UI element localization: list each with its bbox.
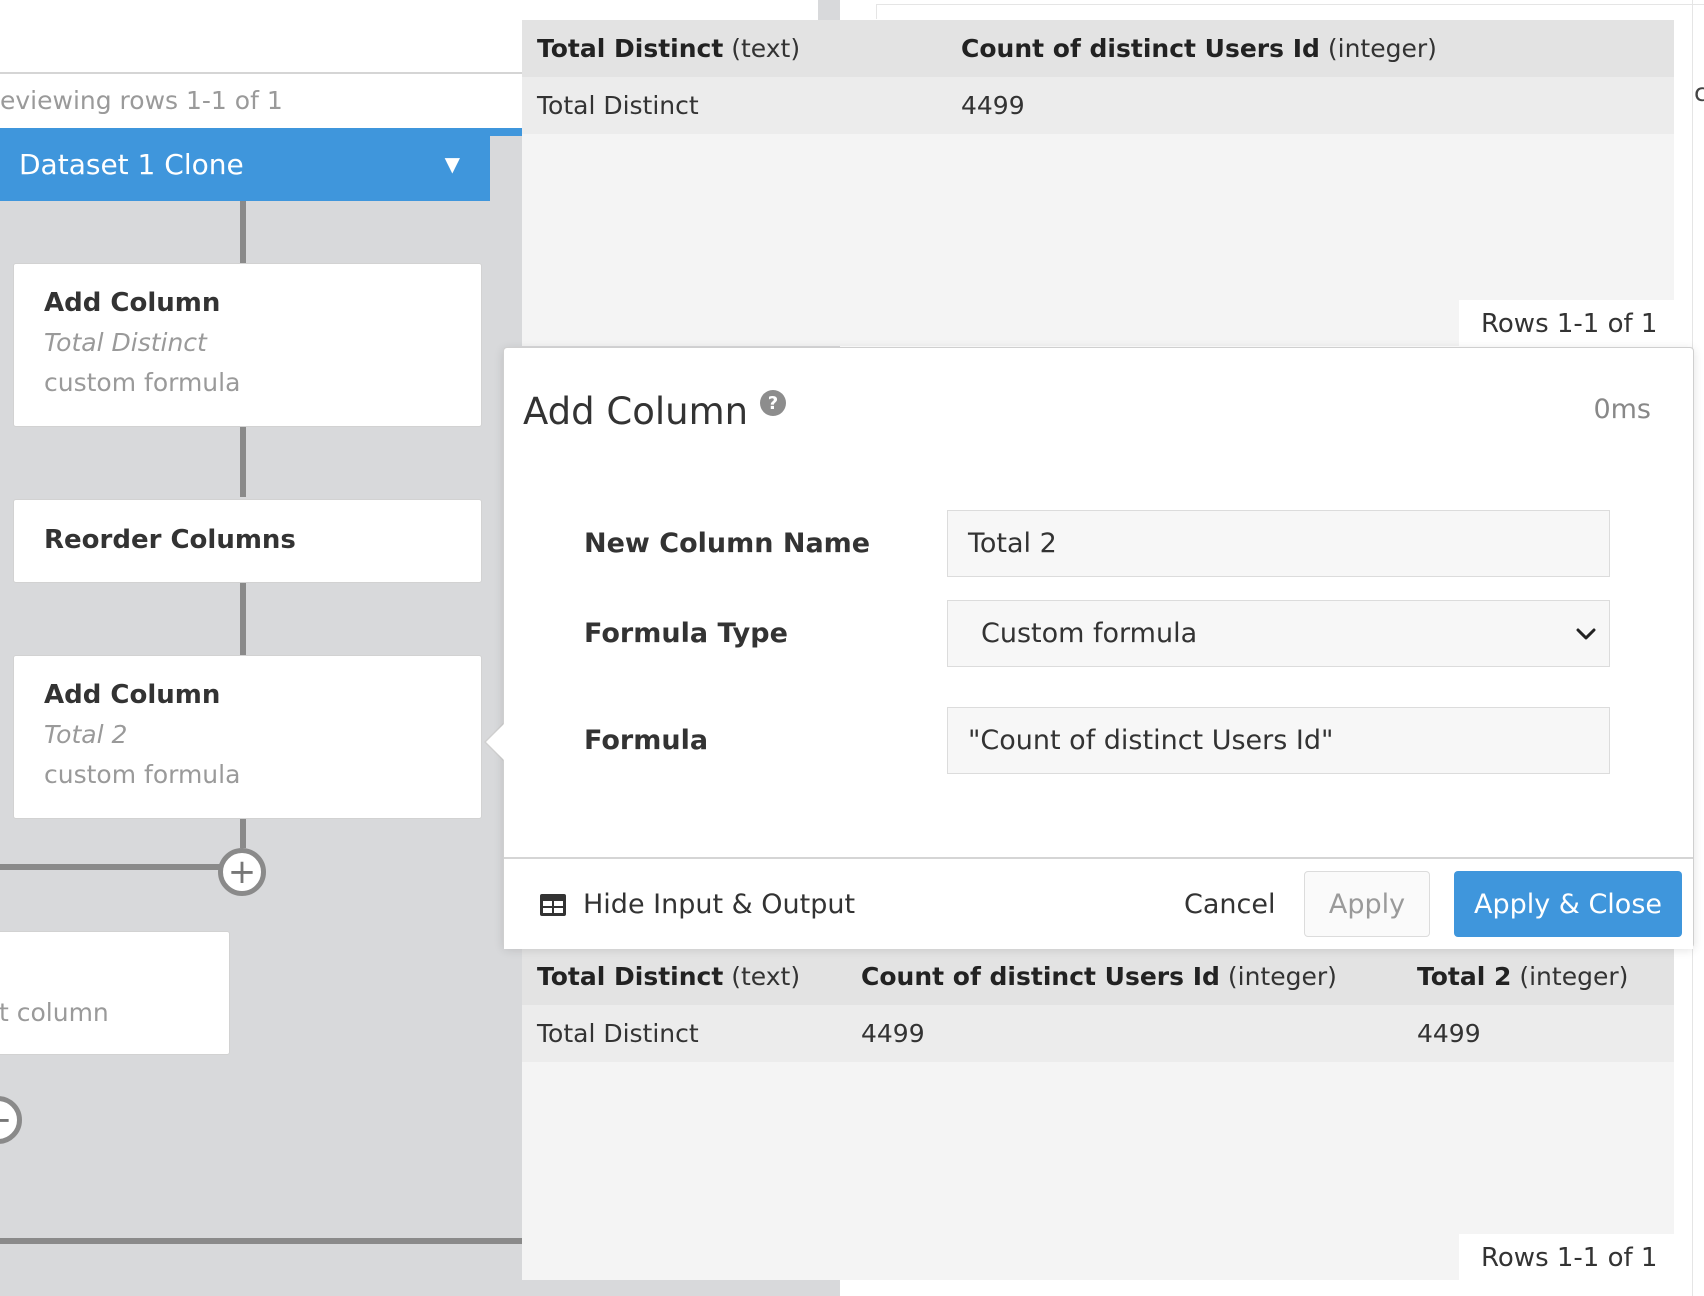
pipeline-header [0, 0, 522, 74]
right-top-box [876, 4, 1704, 19]
modal-footer: Hide Input & Output Cancel Apply Apply &… [504, 857, 1693, 949]
rows-count-badge: Rows 1-1 of 1 [1459, 300, 1680, 348]
hide-input-output-toggle[interactable]: Hide Input & Output [539, 889, 855, 920]
table-cell: Total Distinct [537, 1019, 699, 1048]
formula-type-select[interactable]: Custom formula [947, 600, 1610, 667]
connector-line [240, 201, 246, 263]
modal-pointer-inner [486, 723, 505, 761]
modal-title: Add Column [523, 390, 749, 433]
bottom-line [0, 1238, 522, 1244]
step-title: Reorder Columns [44, 525, 296, 555]
column-header[interactable]: Count of distinct Users Id (integer) [961, 34, 1437, 63]
step-description: custom formula [44, 760, 241, 789]
formula-type-value: Custom formula [981, 618, 1198, 649]
formula-label: Formula [584, 725, 709, 756]
step-description: t column [0, 998, 109, 1027]
dataset-name: Dataset 1 Clone [19, 148, 244, 181]
formula-type-label: Formula Type [584, 618, 788, 649]
table-cell: Total Distinct [537, 91, 699, 120]
step-card-add-column-2[interactable]: Add Column Total 2 custom formula [13, 655, 482, 819]
column-header[interactable]: Total 2 (integer) [1417, 962, 1628, 991]
input-table-panel: Total Distinct (text) Count of distinct … [522, 20, 1674, 346]
branch-line [0, 864, 220, 870]
dataset-selector[interactable]: Dataset 1 Clone ▼ [0, 128, 490, 201]
column-header[interactable]: Total Distinct (text) [537, 962, 800, 991]
add-column-modal: Add Column ? 0ms New Column Name Total 2… [503, 347, 1694, 949]
question-circle-icon[interactable]: ? [760, 390, 786, 416]
table-row: Total Distinct 4499 [522, 77, 1674, 134]
table-grid-icon [540, 893, 566, 916]
table-cell: 4499 [961, 91, 1025, 120]
new-column-name-label: New Column Name [584, 528, 871, 559]
step-card-add-column-1[interactable]: Add Column Total Distinct custom formula [13, 263, 482, 427]
chevron-down-icon [1576, 628, 1596, 640]
cancel-button[interactable]: Cancel [1159, 871, 1300, 937]
table-cell: 4499 [861, 1019, 925, 1048]
apply-button[interactable]: Apply [1304, 871, 1430, 937]
table-cell: 4499 [1417, 1019, 1481, 1048]
hide-input-output-label: Hide Input & Output [583, 889, 856, 920]
caret-down-icon: ▼ [444, 152, 460, 176]
step-title: Add Column [44, 680, 221, 710]
rows-count-badge: Rows 1-1 of 1 [1459, 1234, 1680, 1282]
output-table-header: Total Distinct (text) Count of distinct … [522, 948, 1674, 1005]
input-table-header: Total Distinct (text) Count of distinct … [522, 20, 1674, 77]
table-row: Total Distinct 4499 4499 [522, 1005, 1674, 1062]
column-header[interactable]: Total Distinct (text) [537, 34, 800, 63]
step-subtitle: Total 2 [44, 720, 128, 749]
dataset-bar-extension [490, 128, 522, 136]
execution-time: 0ms [1593, 394, 1651, 425]
connector-line [240, 818, 246, 848]
step-description: custom formula [44, 368, 241, 397]
column-header[interactable]: Count of distinct Users Id (integer) [861, 962, 1337, 991]
step-card-partial[interactable]: t column [0, 931, 230, 1055]
apply-and-close-button[interactable]: Apply & Close [1454, 871, 1682, 937]
plus-circle-icon[interactable]: + [218, 848, 266, 896]
formula-input[interactable]: "Count of distinct Users Id" [947, 707, 1610, 774]
new-column-name-input[interactable]: Total 2 [947, 510, 1610, 577]
step-subtitle: Total Distinct [44, 328, 207, 357]
output-table-panel: Total Distinct (text) Count of distinct … [522, 948, 1674, 1280]
step-card-reorder-columns[interactable]: Reorder Columns [13, 499, 482, 583]
connector-line [240, 583, 246, 655]
connector-line [240, 425, 246, 497]
step-title: Add Column [44, 288, 221, 318]
edge-fragment: c [1694, 78, 1704, 107]
panel-divider [818, 0, 840, 20]
previewing-rows-text: eviewing rows 1-1 of 1 [0, 86, 283, 115]
